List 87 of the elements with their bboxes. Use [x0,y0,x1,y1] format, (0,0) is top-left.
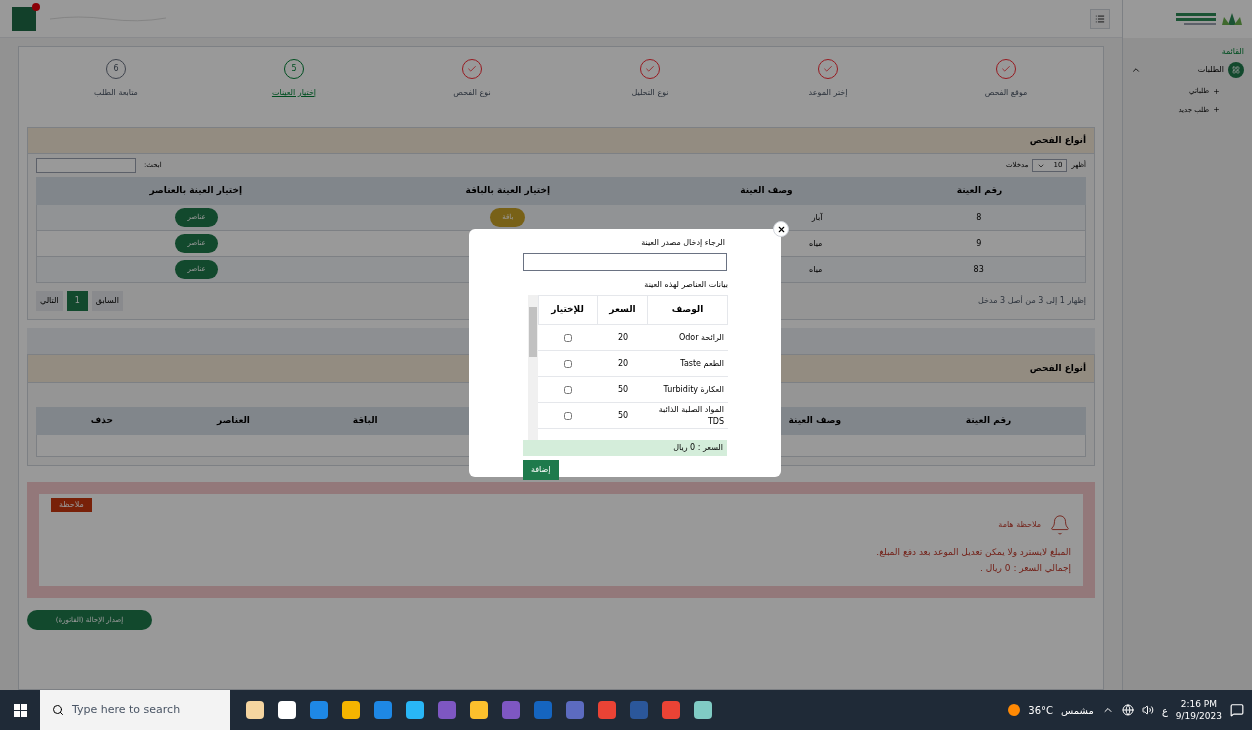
app-tile-icon[interactable] [246,701,264,719]
page-button[interactable]: 1 [66,291,88,311]
app-tile-icon[interactable] [630,701,648,719]
column-header[interactable]: إختيار العينة بالعناصر [36,184,356,198]
table-cell-text: 50 [616,409,630,422]
app-tile-icon[interactable] [278,701,296,719]
app-tile-icon[interactable] [406,701,424,719]
app-tile-icon[interactable] [662,701,680,719]
table-info: إظهار 1 إلى 3 من أصل 3 مدخل [978,295,1086,307]
table-cell-text: 50 [616,383,630,396]
close-icon [776,224,786,234]
column-header[interactable]: الباقة [299,414,431,428]
app-tile-icon[interactable] [694,701,712,719]
previous-button[interactable]: السابق [91,291,123,311]
table-cell-text: 8 [975,211,983,224]
app-tile-icon[interactable] [598,701,616,719]
table-cell-text: العكارة Turbidity [662,383,725,396]
column-header[interactable]: رقم العينة [872,184,1086,198]
sidebar-item[interactable]: الطلبات [1123,58,1252,82]
select-checkbox[interactable] [564,333,572,342]
price-total: السعر : 0 ريال [523,440,727,456]
add-button[interactable]: إضافة [523,460,559,480]
table-cell: آبار [811,211,823,224]
column-header[interactable]: رقم العينة [891,414,1086,428]
app-tile-icon[interactable] [438,701,456,719]
app-tile-icon[interactable] [310,701,328,719]
table-cell-text: الرائحة Odor [677,331,725,344]
plus-icon [1213,106,1220,114]
next-button[interactable]: التالي [36,291,63,311]
select-checkbox[interactable] [564,359,572,368]
chevron-up-icon [1131,65,1141,75]
note-text: المبلغ لايسترد ولا يمكن تعديل الموعد بعد دفع المبلغ. [875,546,1071,559]
scrollbar[interactable] [528,295,538,440]
note-title: ملاحظة هامة [998,519,1041,531]
bell-icon [1049,514,1071,536]
select-checkbox[interactable] [564,385,572,394]
network-icon[interactable] [1121,704,1134,716]
note-badge: ملاحظة [51,498,92,512]
search-field[interactable] [36,158,136,173]
column-header: الوصف [647,296,727,324]
panel-title: أنواع الفحص [1029,361,1086,376]
table-cell-text: 83 [972,263,985,276]
language-indicator[interactable]: ع [1161,702,1168,718]
column-header: السعر [597,296,647,324]
step-label: متابعة الطلب [94,87,138,99]
clock[interactable]: 2:16 PM 9/19/2023 [1175,698,1222,722]
table-cell-text: 20 [616,331,630,344]
app-tile-icon[interactable] [502,701,520,719]
search-icon [52,704,64,716]
app-tile-icon[interactable] [470,701,488,719]
step-label: موقع الفحص [984,87,1028,99]
plus-icon [1213,87,1220,95]
step-label: نوع التحليل [631,87,669,99]
column-header[interactable]: إختيار العينة بالباقة [355,184,660,198]
menu-icon[interactable] [1090,8,1110,29]
logo-wordmark-drawing [1176,13,1216,25]
table-cell: مياه [809,263,823,276]
weather-label: مشمس [1061,703,1094,718]
step-label: نوع الفحص [453,87,491,99]
app-tile-icon[interactable] [566,701,584,719]
weather-temperature: 36°C [1028,703,1054,718]
table-cell-text: 20 [616,357,630,370]
select-checkbox[interactable] [564,411,572,420]
source-field[interactable] [523,253,727,271]
source-label: الرجاء إدخال مصدر العينة [640,237,725,249]
municipality-logo-icon [1220,11,1244,27]
table-cell: مياه [809,237,823,250]
step-label: إختر الموعد [808,87,848,99]
table-cell-text: 9 [975,237,983,250]
taskbar-search-field[interactable]: Type here to search [40,690,230,730]
app-tile-icon[interactable] [374,701,392,719]
table-cell-text: المواد الصلبة الذائبة TDS [657,403,725,428]
step-label: إختيار العينات [271,87,317,99]
sidebar-heading: القائمة [1220,46,1245,58]
column-header[interactable]: وصف العينة [659,184,873,198]
column-header[interactable]: حذف [36,414,168,428]
column-header[interactable]: العناصر [167,414,300,428]
table-cell-text: الطعم Taste [679,357,725,370]
panel-title: أنواع الفحص [1029,133,1086,148]
app-tile-icon[interactable] [342,701,360,719]
volume-icon[interactable] [1141,704,1154,716]
note-text: إجمالي السعر : 0 ريال . [979,562,1071,576]
notification-icon[interactable] [1230,703,1244,717]
elements-title: بيانات العناصر لهذه العينة [643,279,728,291]
sun-icon [1008,704,1021,716]
app-tile-icon[interactable] [534,701,552,719]
grid-icon [1232,66,1240,74]
